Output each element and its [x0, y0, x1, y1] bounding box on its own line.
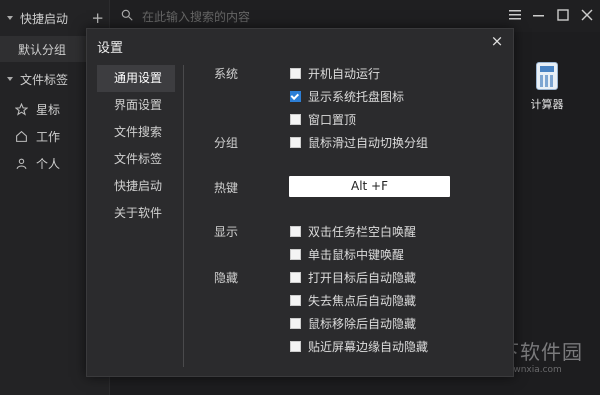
option-label: 开机自动运行 [308, 66, 381, 81]
sidebar-launch-label: 快捷启动 [20, 11, 69, 26]
option-hide-on-blur[interactable]: 失去焦点后自动隐藏 [290, 292, 416, 308]
option-label: 显示系统托盘图标 [308, 89, 405, 104]
nav-divider [183, 65, 184, 367]
checkbox[interactable] [290, 271, 301, 283]
add-group-icon[interactable]: + [91, 9, 104, 27]
star-icon [14, 102, 28, 116]
option-hide-edge[interactable]: 贴近屏幕边缘自动隐藏 [290, 338, 428, 354]
minimize-icon[interactable] [532, 8, 546, 22]
home-icon [14, 129, 28, 143]
close-icon[interactable]: × [489, 32, 505, 50]
nav-item-quick-launch[interactable]: 快捷启动 [97, 173, 175, 200]
sidebar-item-label: 工作 [36, 129, 61, 144]
search-bar[interactable]: 在此输入搜索的内容 [120, 5, 500, 27]
menu-icon[interactable] [508, 8, 522, 22]
checkbox[interactable] [290, 294, 301, 306]
checkbox[interactable] [290, 340, 301, 352]
calculator-icon [536, 62, 558, 90]
person-icon [14, 156, 28, 170]
search-icon [120, 8, 134, 25]
checkbox[interactable] [290, 225, 301, 237]
settings-nav: 通用设置 界面设置 文件搜索 文件标签 快捷启动 关于软件 [97, 65, 175, 227]
option-autostart[interactable]: 开机自动运行 [290, 65, 380, 81]
option-label: 鼠标移除后自动隐藏 [308, 316, 417, 331]
option-hide-mouse-leave[interactable]: 鼠标移除后自动隐藏 [290, 315, 416, 331]
close-icon[interactable] [580, 8, 594, 22]
maximize-icon[interactable] [556, 8, 570, 22]
section-label-hotkey: 热键 [214, 181, 239, 195]
section-label-hide: 隐藏 [214, 271, 239, 285]
app-tile-label: 计算器 [530, 98, 564, 111]
chevron-down-icon [7, 77, 13, 81]
option-tray-icon[interactable]: 显示系统托盘图标 [290, 88, 404, 104]
sidebar-item-label: 默认分组 [18, 42, 67, 57]
option-label: 鼠标滑过自动切换分组 [308, 135, 429, 150]
sidebar-tags-label: 文件标签 [20, 72, 69, 87]
option-hover-switch[interactable]: 鼠标滑过自动切换分组 [290, 134, 428, 150]
section-label-group: 分组 [214, 136, 239, 150]
checkbox[interactable] [290, 248, 301, 260]
option-label: 失去焦点后自动隐藏 [308, 293, 417, 308]
nav-item-about[interactable]: 关于软件 [97, 200, 175, 227]
hotkey-field[interactable]: Alt +F [289, 176, 450, 197]
section-label-system: 系统 [214, 67, 239, 81]
nav-item-file-search[interactable]: 文件搜索 [97, 119, 175, 146]
search-input[interactable]: 在此输入搜索的内容 [142, 8, 250, 25]
window-controls [508, 8, 594, 22]
option-middle-click[interactable]: 单击鼠标中键唤醒 [290, 246, 404, 262]
checkbox-checked[interactable] [290, 90, 301, 102]
nav-item-general[interactable]: 通用设置 [97, 65, 175, 92]
option-hide-after-open[interactable]: 打开目标后自动隐藏 [290, 269, 416, 285]
chevron-down-icon [7, 16, 13, 20]
sidebar-item-label: 个人 [36, 156, 61, 171]
option-label: 窗口置顶 [308, 112, 357, 127]
nav-item-file-tags[interactable]: 文件标签 [97, 146, 175, 173]
option-label: 贴近屏幕边缘自动隐藏 [308, 339, 429, 354]
option-label: 打开目标后自动隐藏 [308, 270, 417, 285]
settings-dialog: 设置 × 通用设置 界面设置 文件搜索 文件标签 快捷启动 关于软件 系统 分组… [86, 28, 514, 377]
checkbox[interactable] [290, 113, 301, 125]
checkbox[interactable] [290, 317, 301, 329]
checkbox[interactable] [290, 67, 301, 79]
option-window-top[interactable]: 窗口置顶 [290, 111, 356, 127]
option-label: 双击任务栏空白唤醒 [308, 224, 417, 239]
section-label-display: 显示 [214, 225, 239, 239]
sidebar-item-label: 星标 [36, 102, 61, 117]
nav-item-interface[interactable]: 界面设置 [97, 92, 175, 119]
option-label: 单击鼠标中键唤醒 [308, 247, 405, 262]
app-tile-calculator[interactable]: 计算器 [520, 62, 574, 112]
option-taskbar-dblclick[interactable]: 双击任务栏空白唤醒 [290, 223, 416, 239]
dialog-title: 设置 [97, 41, 124, 56]
checkbox[interactable] [290, 136, 301, 148]
